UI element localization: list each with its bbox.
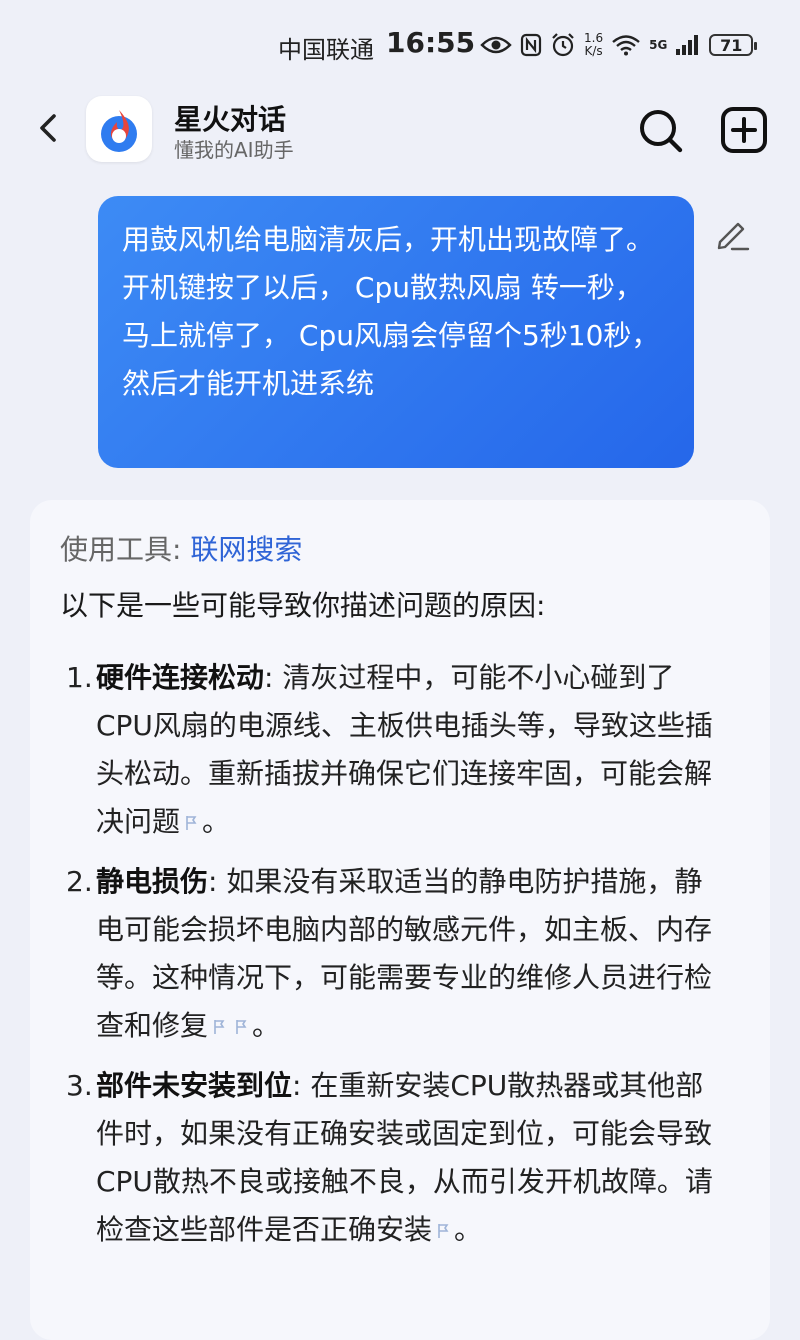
list-item: 2. 静电损伤: 如果没有采取适当的静电防护措施，静电可能会损坏电脑内部的敏感元…	[66, 858, 716, 1050]
tool-label: 使用工具:	[60, 533, 182, 566]
clock: 16:55	[386, 26, 476, 59]
list-item: 1. 硬件连接松动: 清灰过程中，可能不小心碰到了CPU风扇的电源线、主板供电插…	[66, 654, 716, 846]
citation-flag-icon[interactable]	[212, 1018, 226, 1036]
citation-flag-icon[interactable]	[436, 1222, 450, 1240]
battery-level: 71	[720, 35, 743, 55]
add-chat-icon[interactable]	[718, 104, 770, 156]
item-end: 。	[454, 1213, 483, 1246]
chat-title: 星火对话	[174, 103, 287, 136]
list-number: 2.	[66, 865, 93, 898]
item-end: 。	[202, 805, 231, 838]
chat-header: 星火对话 懂我的AI助手	[0, 92, 800, 166]
list-number: 1.	[66, 661, 93, 694]
item-title: 硬件连接松动	[96, 661, 265, 694]
app-logo[interactable]	[86, 96, 152, 162]
app-logo-icon	[101, 110, 137, 152]
wifi-icon	[612, 35, 640, 56]
user-message-line: 开机键按了以后， Cpu散热风扇 转一秒，马上就停了， Cpu风扇会停留个5秒1…	[122, 271, 660, 400]
alarm-icon	[552, 33, 574, 57]
status-icons: 1.6 K/s 5G 71	[480, 32, 758, 58]
citation-flag-icon[interactable]	[234, 1018, 248, 1036]
tool-link-web-search[interactable]: 联网搜索	[190, 533, 302, 566]
item-title: 部件未安装到位	[96, 1069, 293, 1102]
item-end: 。	[252, 1009, 281, 1042]
edit-icon[interactable]	[712, 214, 752, 254]
speed-unit: K/s	[584, 44, 603, 58]
battery-indicator: 71	[709, 34, 758, 56]
eye-icon	[480, 36, 512, 54]
user-message-bubble: 用鼓风机给电脑清灰后，开机出现故障了。 开机键按了以后， Cpu散热风扇 转一秒…	[98, 196, 694, 468]
signal-icon	[676, 35, 699, 55]
chat-subtitle: 懂我的AI助手	[174, 138, 294, 162]
response-intro: 以下是一些可能导致你描述问题的原因:	[60, 589, 546, 622]
network-speed: 1.6 K/s	[584, 32, 603, 58]
citation-flag-icon[interactable]	[184, 814, 198, 832]
user-message-line: 用鼓风机给电脑清灰后，开机出现故障了。	[122, 223, 655, 256]
list-item: 3. 部件未安装到位: 在重新安装CPU散热器或其他部件时，如果没有正确安装或固…	[66, 1062, 716, 1254]
search-icon[interactable]	[634, 104, 686, 156]
item-title: 静电损伤	[96, 865, 209, 898]
back-arrow-icon[interactable]	[30, 108, 70, 148]
tool-usage-line: 使用工具: 联网搜索	[60, 528, 302, 568]
list-number: 3.	[66, 1069, 93, 1102]
network-type: 5G	[649, 38, 668, 52]
carrier-label: 中国联通	[278, 36, 374, 64]
status-bar: 中国联通 16:55 1.6 K/s 5G 71	[0, 26, 800, 68]
cause-list: 1. 硬件连接松动: 清灰过程中，可能不小心碰到了CPU风扇的电源线、主板供电插…	[66, 654, 716, 1266]
nfc-icon	[520, 33, 542, 57]
